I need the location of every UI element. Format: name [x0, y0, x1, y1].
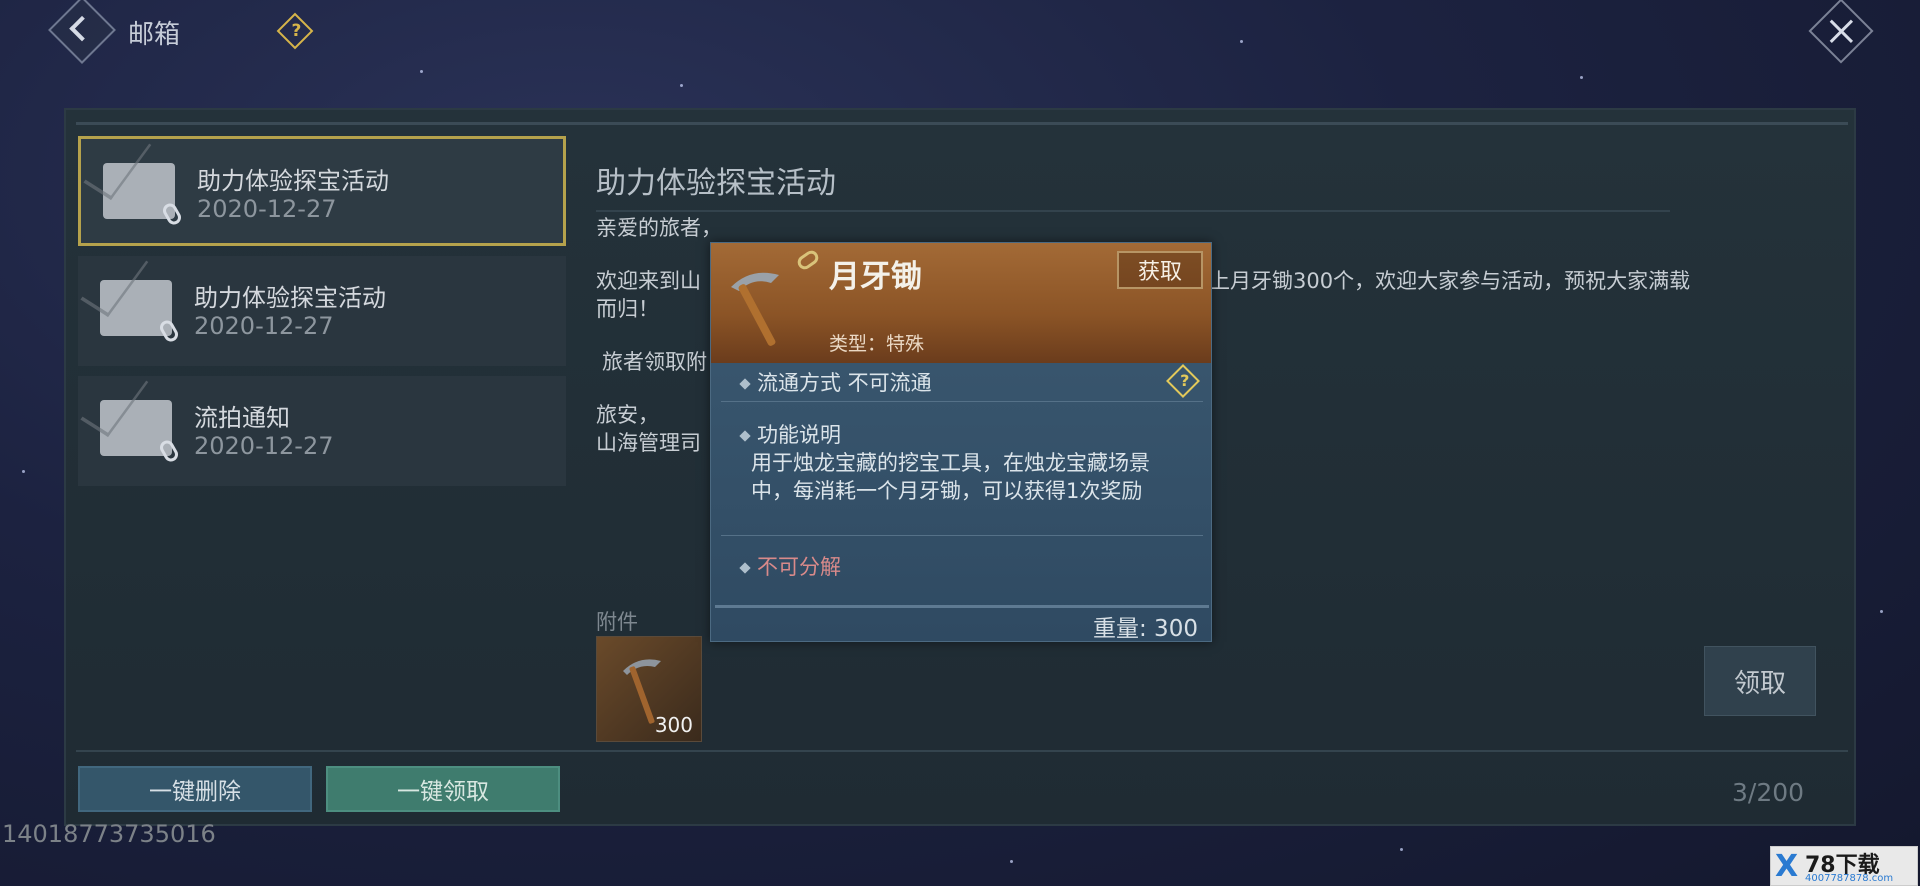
envelope-icon [100, 280, 181, 345]
item-tooltip: 月牙锄 类型：特殊 获取 流通方式 不可流通 ? 功能说明 用于烛龙宝藏的挖宝工… [710, 242, 1212, 642]
mail-item-title: 助力体验探宝活动 [197, 167, 389, 195]
decompose-info: 不可分解 [739, 551, 841, 581]
function-title-text: 功能说明 [757, 423, 841, 447]
function-description: 用于烛龙宝藏的挖宝工具，在烛龙宝藏场景中，每消耗一个月牙锄，可以获得1次奖励 [751, 451, 1150, 503]
circulation-info: 流通方式 不可流通 [739, 367, 932, 397]
watermark-url: 4007787878.com [1805, 873, 1894, 884]
circulation-text: 流通方式 不可流通 [757, 371, 932, 395]
mail-list: 助力体验探宝活动 2020-12-27 助力体验探宝活动 2020-12-27 … [78, 136, 566, 496]
divider [721, 535, 1203, 536]
divider [721, 401, 1203, 402]
attachment-item[interactable]: 300 [596, 636, 702, 742]
mailbox-count: 3/200 [1732, 778, 1805, 807]
mail-title: 助力体验探宝活动 [596, 166, 836, 201]
mail-greeting: 亲爱的旅者， [596, 216, 722, 240]
mail-item-date: 2020-12-27 [194, 312, 334, 340]
watermark-logo: X [1775, 849, 1799, 884]
item-weight: 重量: 300 [1093, 616, 1198, 642]
delete-all-button[interactable]: 一键删除 [78, 766, 312, 812]
close-button[interactable] [1808, 0, 1874, 64]
mail-item-date: 2020-12-27 [194, 432, 334, 460]
background-star [680, 84, 683, 87]
back-button[interactable] [48, 0, 116, 64]
pickaxe-icon [731, 272, 779, 346]
divider [715, 605, 1209, 608]
divider [76, 122, 1848, 125]
item-name: 月牙锄 [829, 259, 922, 295]
tooltip-help-button[interactable]: ? [1166, 364, 1200, 398]
divider [596, 210, 1670, 212]
diamond-bullet-icon [739, 378, 751, 390]
decompose-text: 不可分解 [757, 555, 841, 579]
link-icon [794, 247, 822, 273]
background-star [1010, 860, 1013, 863]
page-title: 邮箱 [128, 20, 181, 50]
item-type: 类型：特殊 [829, 333, 925, 355]
question-icon: ? [1180, 371, 1190, 391]
background-star [1880, 610, 1883, 613]
diamond-bullet-icon [739, 430, 751, 442]
background-star [1400, 848, 1403, 851]
mail-item-title: 流拍通知 [194, 404, 290, 432]
envelope-icon [100, 400, 181, 465]
mail-item-date: 2020-12-27 [197, 195, 337, 223]
tooltip-header: 月牙锄 类型：特殊 获取 [711, 243, 1211, 363]
claim-all-button[interactable]: 一键领取 [326, 766, 560, 812]
help-button[interactable]: ? [276, 12, 314, 50]
obtain-button[interactable]: 获取 [1117, 251, 1203, 289]
player-uid: 14018773735016 [2, 820, 216, 848]
top-bar: 邮箱 ? [0, 0, 1920, 64]
background-star [1580, 76, 1583, 79]
mail-item[interactable]: 助力体验探宝活动 2020-12-27 [78, 256, 566, 366]
attachment-clip-icon [157, 317, 181, 345]
chevron-left-icon [69, 15, 95, 42]
function-title: 功能说明 [739, 419, 841, 449]
attachment-clip-icon [160, 200, 184, 228]
attachment-count: 300 [654, 713, 693, 737]
claim-button[interactable]: 领取 [1704, 646, 1816, 716]
attachment-clip-icon [157, 437, 181, 465]
mail-item-title: 助力体验探宝活动 [194, 284, 386, 312]
mail-item[interactable]: 流拍通知 2020-12-27 [78, 376, 566, 486]
background-star [420, 70, 423, 73]
site-watermark: X 78下载 4007787878.com [1770, 846, 1918, 886]
mail-text-fragment: 欢迎来到山 [596, 269, 701, 293]
divider [76, 750, 1848, 752]
attachment-label: 附件 [596, 610, 638, 634]
background-star [22, 470, 25, 473]
mail-item[interactable]: 助力体验探宝活动 2020-12-27 [78, 136, 566, 246]
envelope-icon [103, 163, 184, 228]
diamond-bullet-icon [739, 562, 751, 574]
question-icon: ? [291, 21, 302, 41]
